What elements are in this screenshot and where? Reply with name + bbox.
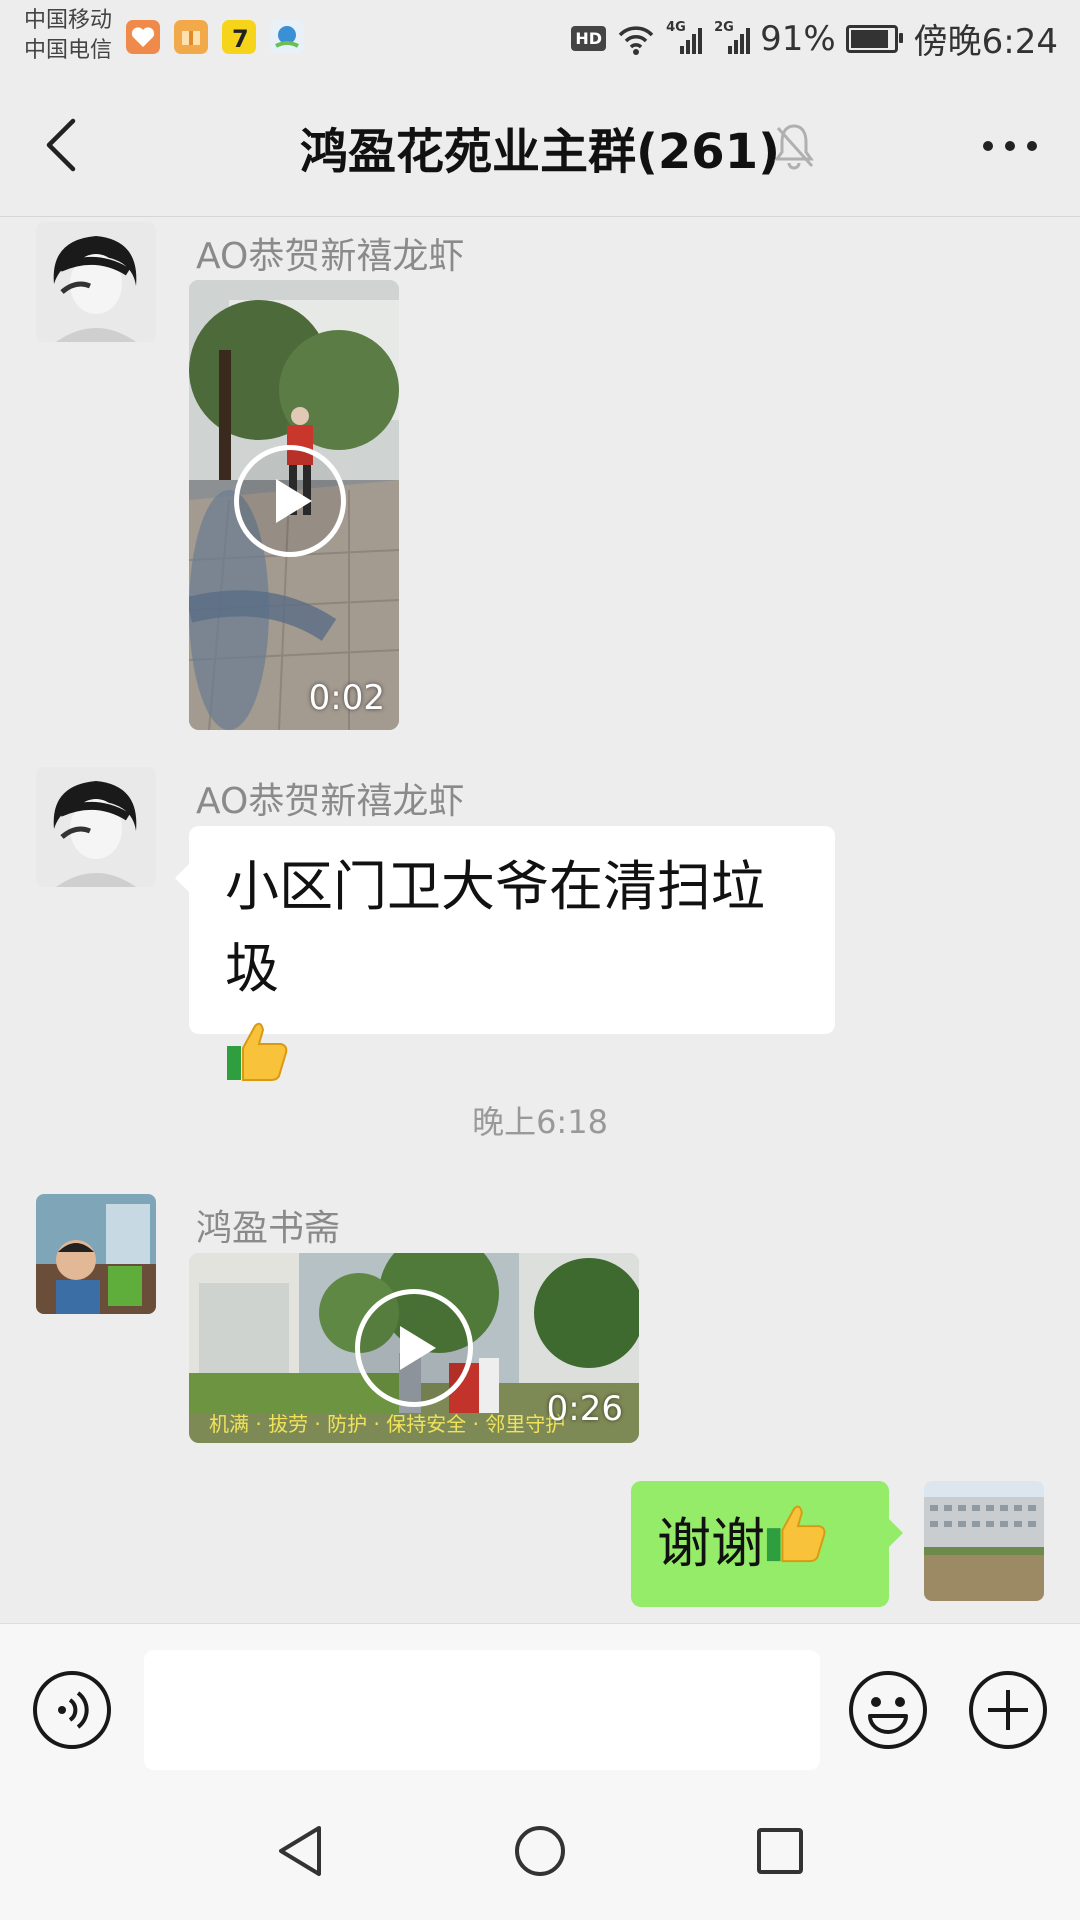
emoji-icon — [849, 1671, 927, 1749]
own-avatar[interactable] — [924, 1481, 1044, 1601]
sender-name: 鸿盈书斋 — [196, 1208, 341, 1249]
navigation-bar — [0, 1783, 1080, 1920]
plus-circle-icon — [969, 1671, 1047, 1749]
battery-icon — [845, 24, 903, 53]
seven-app-icon: 7 — [222, 20, 256, 54]
svg-text:7: 7 — [232, 25, 249, 53]
avatar[interactable] — [36, 1194, 156, 1314]
video-message[interactable]: 机满 · 拔劳 · 防护 · 保持安全 · 邻里守护 0:26 — [189, 1253, 639, 1443]
circle-home-icon — [515, 1826, 565, 1876]
wifi-icon — [618, 25, 654, 55]
health-app-icon — [126, 20, 160, 54]
square-recents-icon — [757, 1828, 803, 1874]
play-button[interactable] — [355, 1289, 473, 1407]
more-horizontal-icon — [983, 141, 1037, 151]
video-message[interactable]: 0:02 — [189, 280, 399, 730]
chat-title[interactable]: 鸿盈花苑业主群(261) — [0, 112, 1080, 182]
status-bar: 中国移动 中国电信 7 HD 4G 2G 91% 傍晚6:24 — [0, 0, 1080, 76]
video-duration: 0:02 — [308, 678, 385, 718]
message-list[interactable]: AO恭贺新禧龙虾 0:02 AO恭贺新禧龙虾 小区门卫大爷在清扫垃圾 晚上6:1… — [0, 217, 1080, 1623]
avatar[interactable] — [36, 767, 156, 887]
voice-button[interactable] — [32, 1670, 112, 1750]
emoji-button[interactable] — [848, 1670, 928, 1750]
signal-2g-label: 2G — [714, 19, 734, 35]
video-caption: 机满 · 拔劳 · 防护 · 保持安全 · 邻里守护 — [209, 1412, 565, 1436]
triangle-back-icon — [279, 1826, 321, 1876]
more-button[interactable] — [970, 116, 1050, 176]
avatar[interactable] — [36, 222, 156, 342]
carrier-1: 中国移动 — [24, 8, 113, 33]
timestamp: 晚上6:18 — [472, 1103, 608, 1141]
package-app-icon — [174, 20, 208, 54]
message-text: 小区门卫大爷在清扫垃圾 — [225, 855, 765, 1000]
clock: 傍晚6:24 — [913, 22, 1058, 62]
nav-back-button[interactable] — [270, 1821, 330, 1881]
carrier-info: 中国移动 中国电信 — [24, 6, 112, 66]
battery-percent: 91% — [760, 18, 836, 59]
play-button[interactable] — [234, 445, 346, 557]
more-functions-button[interactable] — [968, 1670, 1048, 1750]
signal-4g-label: 4G — [666, 19, 686, 35]
bell-off-icon — [774, 124, 814, 170]
chat-header: 鸿盈花苑业主群(261) — [0, 76, 1080, 217]
voice-icon — [33, 1671, 111, 1749]
carrier-2: 中国电信 — [24, 38, 113, 63]
message-input[interactable] — [144, 1650, 820, 1770]
notification-icons: 7 — [126, 20, 304, 54]
signal-2g-icon: 2G — [714, 20, 751, 54]
message-text: 谢谢 — [657, 1512, 765, 1575]
input-bar — [0, 1623, 1080, 1784]
weather-app-icon — [270, 20, 304, 54]
nav-home-button[interactable] — [510, 1821, 570, 1881]
nav-recents-button[interactable] — [750, 1821, 810, 1881]
thumbs-up-icon — [765, 1501, 829, 1588]
message-bubble[interactable]: 小区门卫大爷在清扫垃圾 — [175, 826, 835, 1081]
sender-name: AO恭贺新禧龙虾 — [196, 781, 465, 822]
signal-4g-icon: 4G — [666, 20, 703, 54]
status-right: HD 4G 2G 91% 傍晚6:24 — [571, 14, 1058, 63]
sender-name: AO恭贺新禧龙虾 — [196, 236, 465, 277]
own-message-bubble[interactable]: 谢谢 — [631, 1481, 903, 1607]
thumbs-up-icon — [225, 1010, 807, 1092]
hd-badge: HD — [571, 26, 607, 51]
video-duration: 0:26 — [546, 1389, 623, 1429]
